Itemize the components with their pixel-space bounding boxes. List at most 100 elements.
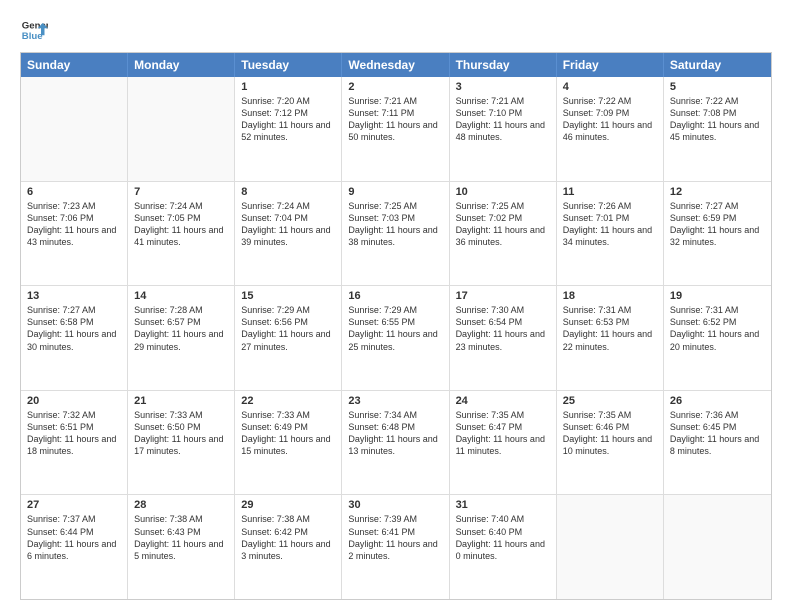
- day-number: 16: [348, 290, 442, 302]
- day-info: Sunrise: 7:38 AMSunset: 6:42 PMDaylight:…: [241, 513, 335, 562]
- day-number: 13: [27, 290, 121, 302]
- day-cell-2: 2 Sunrise: 7:21 AMSunset: 7:11 PMDaylight…: [342, 77, 449, 181]
- day-info: Sunrise: 7:23 AMSunset: 7:06 PMDaylight:…: [27, 200, 121, 249]
- calendar-header: SundayMondayTuesdayWednesdayThursdayFrid…: [21, 53, 771, 77]
- day-cell-14: 14Sunrise: 7:28 AMSunset: 6:57 PMDayligh…: [128, 286, 235, 390]
- day-cell-1: 1 Sunrise: 7:20 AMSunset: 7:12 PMDaylight…: [235, 77, 342, 181]
- week-row-4: 27 Sunrise: 7:37 AMSunset: 6:44 PMDayligh…: [21, 494, 771, 599]
- day-info: Sunrise: 7:20 AMSunset: 7:12 PMDaylight:…: [241, 95, 335, 144]
- day-cell-30: 30 Sunrise: 7:39 AMSunset: 6:41 PMDayligh…: [342, 495, 449, 599]
- day-number: 22: [241, 395, 335, 407]
- day-info: Sunrise: 7:40 AMSunset: 6:40 PMDaylight:…: [456, 513, 550, 562]
- day-cell-19: 19 Sunrise: 7:31 AMSunset: 6:52 PMDayligh…: [664, 286, 771, 390]
- day-info: Sunrise: 7:21 AMSunset: 7:10 PMDaylight:…: [456, 95, 550, 144]
- empty-cell: [128, 77, 235, 181]
- day-cell-10: 10 Sunrise: 7:25 AMSunset: 7:02 PMDayligh…: [450, 182, 557, 286]
- day-info: Sunrise: 7:33 AMSunset: 6:49 PMDaylight:…: [241, 409, 335, 458]
- day-info: Sunrise: 7:30 AMSunset: 6:54 PMDaylight:…: [456, 304, 550, 353]
- logo-icon: General Blue: [20, 16, 48, 44]
- day-info: Sunrise: 7:25 AMSunset: 7:02 PMDaylight:…: [456, 200, 550, 249]
- day-number: 25: [563, 395, 657, 407]
- day-info: Sunrise: 7:39 AMSunset: 6:41 PMDaylight:…: [348, 513, 442, 562]
- day-number: 12: [670, 186, 765, 198]
- day-number: 11: [563, 186, 657, 198]
- day-info: Sunrise: 7:37 AMSunset: 6:44 PMDaylight:…: [27, 513, 121, 562]
- day-header-tuesday: Tuesday: [235, 53, 342, 77]
- day-number: 27: [27, 499, 121, 511]
- day-cell-25: 25 Sunrise: 7:35 AMSunset: 6:46 PMDayligh…: [557, 391, 664, 495]
- day-cell-17: 17 Sunrise: 7:30 AMSunset: 6:54 PMDayligh…: [450, 286, 557, 390]
- day-cell-20: 20 Sunrise: 7:32 AMSunset: 6:51 PMDayligh…: [21, 391, 128, 495]
- day-info: Sunrise: 7:29 AMSunset: 6:56 PMDaylight:…: [241, 304, 335, 353]
- day-cell-6: 6 Sunrise: 7:23 AMSunset: 7:06 PMDaylight…: [21, 182, 128, 286]
- day-number: 21: [134, 395, 228, 407]
- day-info: Sunrise: 7:29 AMSunset: 6:55 PMDaylight:…: [348, 304, 442, 353]
- header: General Blue: [20, 16, 772, 44]
- day-number: 19: [670, 290, 765, 302]
- day-cell-18: 18 Sunrise: 7:31 AMSunset: 6:53 PMDayligh…: [557, 286, 664, 390]
- day-info: Sunrise: 7:22 AMSunset: 7:09 PMDaylight:…: [563, 95, 657, 144]
- day-header-saturday: Saturday: [664, 53, 771, 77]
- day-number: 10: [456, 186, 550, 198]
- day-cell-11: 11 Sunrise: 7:26 AMSunset: 7:01 PMDayligh…: [557, 182, 664, 286]
- day-number: 8: [241, 186, 335, 198]
- calendar-body: 1 Sunrise: 7:20 AMSunset: 7:12 PMDaylight…: [21, 77, 771, 599]
- day-number: 14: [134, 290, 228, 302]
- day-info: Sunrise: 7:24 AMSunset: 7:04 PMDaylight:…: [241, 200, 335, 249]
- day-info: Sunrise: 7:31 AMSunset: 6:53 PMDaylight:…: [563, 304, 657, 353]
- day-header-wednesday: Wednesday: [342, 53, 449, 77]
- day-number: 3: [456, 81, 550, 93]
- day-cell-26: 26 Sunrise: 7:36 AMSunset: 6:45 PMDayligh…: [664, 391, 771, 495]
- day-cell-21: 21 Sunrise: 7:33 AMSunset: 6:50 PMDayligh…: [128, 391, 235, 495]
- logo: General Blue: [20, 16, 48, 44]
- week-row-2: 13Sunrise: 7:27 AMSunset: 6:58 PMDayligh…: [21, 285, 771, 390]
- day-number: 30: [348, 499, 442, 511]
- page: General Blue SundayMondayTuesdayWednesda…: [0, 0, 792, 612]
- day-number: 28: [134, 499, 228, 511]
- day-info: Sunrise: 7:35 AMSunset: 6:46 PMDaylight:…: [563, 409, 657, 458]
- day-info: Sunrise: 7:21 AMSunset: 7:11 PMDaylight:…: [348, 95, 442, 144]
- day-number: 26: [670, 395, 765, 407]
- day-number: 7: [134, 186, 228, 198]
- day-cell-24: 24 Sunrise: 7:35 AMSunset: 6:47 PMDayligh…: [450, 391, 557, 495]
- day-info: Sunrise: 7:26 AMSunset: 7:01 PMDaylight:…: [563, 200, 657, 249]
- day-header-friday: Friday: [557, 53, 664, 77]
- svg-text:Blue: Blue: [22, 31, 43, 42]
- day-cell-3: 3 Sunrise: 7:21 AMSunset: 7:10 PMDaylight…: [450, 77, 557, 181]
- day-number: 6: [27, 186, 121, 198]
- day-cell-27: 27 Sunrise: 7:37 AMSunset: 6:44 PMDayligh…: [21, 495, 128, 599]
- day-number: 29: [241, 499, 335, 511]
- day-info: Sunrise: 7:31 AMSunset: 6:52 PMDaylight:…: [670, 304, 765, 353]
- day-number: 2: [348, 81, 442, 93]
- day-number: 31: [456, 499, 550, 511]
- day-cell-15: 15Sunrise: 7:29 AMSunset: 6:56 PMDayligh…: [235, 286, 342, 390]
- day-info: Sunrise: 7:36 AMSunset: 6:45 PMDaylight:…: [670, 409, 765, 458]
- day-header-sunday: Sunday: [21, 53, 128, 77]
- day-number: 5: [670, 81, 765, 93]
- day-info: Sunrise: 7:24 AMSunset: 7:05 PMDaylight:…: [134, 200, 228, 249]
- day-number: 1: [241, 81, 335, 93]
- day-number: 23: [348, 395, 442, 407]
- day-number: 17: [456, 290, 550, 302]
- day-cell-13: 13Sunrise: 7:27 AMSunset: 6:58 PMDayligh…: [21, 286, 128, 390]
- day-cell-9: 9Sunrise: 7:25 AMSunset: 7:03 PMDaylight…: [342, 182, 449, 286]
- day-info: Sunrise: 7:22 AMSunset: 7:08 PMDaylight:…: [670, 95, 765, 144]
- day-cell-28: 28 Sunrise: 7:38 AMSunset: 6:43 PMDayligh…: [128, 495, 235, 599]
- day-cell-5: 5 Sunrise: 7:22 AMSunset: 7:08 PMDaylight…: [664, 77, 771, 181]
- week-row-1: 6 Sunrise: 7:23 AMSunset: 7:06 PMDaylight…: [21, 181, 771, 286]
- day-number: 24: [456, 395, 550, 407]
- empty-cell: [664, 495, 771, 599]
- day-info: Sunrise: 7:38 AMSunset: 6:43 PMDaylight:…: [134, 513, 228, 562]
- day-cell-7: 7 Sunrise: 7:24 AMSunset: 7:05 PMDaylight…: [128, 182, 235, 286]
- day-number: 4: [563, 81, 657, 93]
- day-number: 18: [563, 290, 657, 302]
- day-header-thursday: Thursday: [450, 53, 557, 77]
- day-number: 20: [27, 395, 121, 407]
- day-cell-8: 8 Sunrise: 7:24 AMSunset: 7:04 PMDaylight…: [235, 182, 342, 286]
- day-cell-12: 12Sunrise: 7:27 AMSunset: 6:59 PMDayligh…: [664, 182, 771, 286]
- day-info: Sunrise: 7:32 AMSunset: 6:51 PMDaylight:…: [27, 409, 121, 458]
- day-info: Sunrise: 7:33 AMSunset: 6:50 PMDaylight:…: [134, 409, 228, 458]
- empty-cell: [21, 77, 128, 181]
- day-info: Sunrise: 7:35 AMSunset: 6:47 PMDaylight:…: [456, 409, 550, 458]
- day-cell-22: 22 Sunrise: 7:33 AMSunset: 6:49 PMDayligh…: [235, 391, 342, 495]
